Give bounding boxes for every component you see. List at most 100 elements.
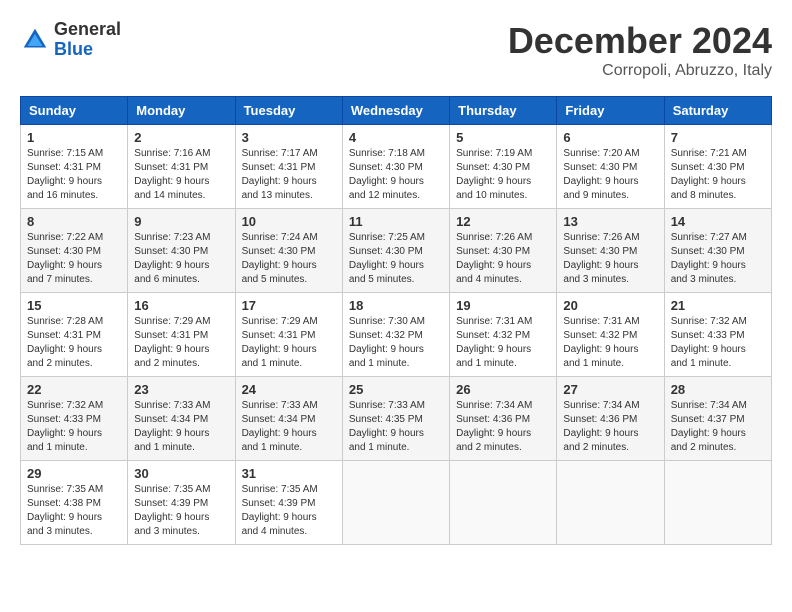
day-info: Sunrise: 7:28 AM Sunset: 4:31 PM Dayligh… bbox=[27, 315, 121, 371]
calendar-table: SundayMondayTuesdayWednesdayThursdayFrid… bbox=[20, 96, 772, 545]
day-number: 13 bbox=[563, 214, 657, 229]
calendar-cell: 29 Sunrise: 7:35 AM Sunset: 4:38 PM Dayl… bbox=[21, 461, 128, 545]
calendar-cell: 18 Sunrise: 7:30 AM Sunset: 4:32 PM Dayl… bbox=[342, 293, 449, 377]
calendar-cell: 19 Sunrise: 7:31 AM Sunset: 4:32 PM Dayl… bbox=[450, 293, 557, 377]
logo-text: General Blue bbox=[54, 20, 121, 60]
month-title: December 2024 bbox=[508, 20, 772, 62]
day-info: Sunrise: 7:20 AM Sunset: 4:30 PM Dayligh… bbox=[563, 147, 657, 203]
weekday-header-wednesday: Wednesday bbox=[342, 97, 449, 125]
day-info: Sunrise: 7:24 AM Sunset: 4:30 PM Dayligh… bbox=[242, 231, 336, 287]
day-info: Sunrise: 7:29 AM Sunset: 4:31 PM Dayligh… bbox=[242, 315, 336, 371]
day-number: 12 bbox=[456, 214, 550, 229]
calendar-cell: 11 Sunrise: 7:25 AM Sunset: 4:30 PM Dayl… bbox=[342, 209, 449, 293]
logo-blue: Blue bbox=[54, 40, 121, 60]
weekday-header-thursday: Thursday bbox=[450, 97, 557, 125]
day-info: Sunrise: 7:25 AM Sunset: 4:30 PM Dayligh… bbox=[349, 231, 443, 287]
day-info: Sunrise: 7:22 AM Sunset: 4:30 PM Dayligh… bbox=[27, 231, 121, 287]
calendar-cell: 14 Sunrise: 7:27 AM Sunset: 4:30 PM Dayl… bbox=[664, 209, 771, 293]
calendar-cell: 1 Sunrise: 7:15 AM Sunset: 4:31 PM Dayli… bbox=[21, 125, 128, 209]
calendar-week-5: 29 Sunrise: 7:35 AM Sunset: 4:38 PM Dayl… bbox=[21, 461, 772, 545]
day-info: Sunrise: 7:35 AM Sunset: 4:38 PM Dayligh… bbox=[27, 483, 121, 539]
day-info: Sunrise: 7:33 AM Sunset: 4:34 PM Dayligh… bbox=[242, 399, 336, 455]
page-header: General Blue December 2024 Corropoli, Ab… bbox=[20, 20, 772, 80]
day-number: 25 bbox=[349, 382, 443, 397]
calendar-cell: 22 Sunrise: 7:32 AM Sunset: 4:33 PM Dayl… bbox=[21, 377, 128, 461]
title-block: December 2024 Corropoli, Abruzzo, Italy bbox=[508, 20, 772, 80]
day-number: 11 bbox=[349, 214, 443, 229]
day-info: Sunrise: 7:32 AM Sunset: 4:33 PM Dayligh… bbox=[27, 399, 121, 455]
calendar-cell: 9 Sunrise: 7:23 AM Sunset: 4:30 PM Dayli… bbox=[128, 209, 235, 293]
day-info: Sunrise: 7:34 AM Sunset: 4:37 PM Dayligh… bbox=[671, 399, 765, 455]
day-info: Sunrise: 7:27 AM Sunset: 4:30 PM Dayligh… bbox=[671, 231, 765, 287]
weekday-header-row: SundayMondayTuesdayWednesdayThursdayFrid… bbox=[21, 97, 772, 125]
day-number: 28 bbox=[671, 382, 765, 397]
calendar-cell: 27 Sunrise: 7:34 AM Sunset: 4:36 PM Dayl… bbox=[557, 377, 664, 461]
day-number: 27 bbox=[563, 382, 657, 397]
day-info: Sunrise: 7:35 AM Sunset: 4:39 PM Dayligh… bbox=[134, 483, 228, 539]
calendar-week-4: 22 Sunrise: 7:32 AM Sunset: 4:33 PM Dayl… bbox=[21, 377, 772, 461]
day-number: 4 bbox=[349, 130, 443, 145]
day-info: Sunrise: 7:16 AM Sunset: 4:31 PM Dayligh… bbox=[134, 147, 228, 203]
day-info: Sunrise: 7:19 AM Sunset: 4:30 PM Dayligh… bbox=[456, 147, 550, 203]
day-number: 5 bbox=[456, 130, 550, 145]
logo: General Blue bbox=[20, 20, 121, 60]
day-info: Sunrise: 7:31 AM Sunset: 4:32 PM Dayligh… bbox=[563, 315, 657, 371]
day-number: 30 bbox=[134, 466, 228, 481]
calendar-cell: 5 Sunrise: 7:19 AM Sunset: 4:30 PM Dayli… bbox=[450, 125, 557, 209]
day-info: Sunrise: 7:30 AM Sunset: 4:32 PM Dayligh… bbox=[349, 315, 443, 371]
day-number: 10 bbox=[242, 214, 336, 229]
calendar-cell: 7 Sunrise: 7:21 AM Sunset: 4:30 PM Dayli… bbox=[664, 125, 771, 209]
day-number: 9 bbox=[134, 214, 228, 229]
calendar-cell: 30 Sunrise: 7:35 AM Sunset: 4:39 PM Dayl… bbox=[128, 461, 235, 545]
day-number: 31 bbox=[242, 466, 336, 481]
day-info: Sunrise: 7:33 AM Sunset: 4:35 PM Dayligh… bbox=[349, 399, 443, 455]
day-number: 23 bbox=[134, 382, 228, 397]
calendar-cell: 23 Sunrise: 7:33 AM Sunset: 4:34 PM Dayl… bbox=[128, 377, 235, 461]
day-number: 6 bbox=[563, 130, 657, 145]
calendar-cell: 3 Sunrise: 7:17 AM Sunset: 4:31 PM Dayli… bbox=[235, 125, 342, 209]
calendar-cell: 15 Sunrise: 7:28 AM Sunset: 4:31 PM Dayl… bbox=[21, 293, 128, 377]
calendar-cell: 13 Sunrise: 7:26 AM Sunset: 4:30 PM Dayl… bbox=[557, 209, 664, 293]
calendar-cell: 16 Sunrise: 7:29 AM Sunset: 4:31 PM Dayl… bbox=[128, 293, 235, 377]
calendar-cell: 31 Sunrise: 7:35 AM Sunset: 4:39 PM Dayl… bbox=[235, 461, 342, 545]
calendar-cell: 25 Sunrise: 7:33 AM Sunset: 4:35 PM Dayl… bbox=[342, 377, 449, 461]
weekday-header-friday: Friday bbox=[557, 97, 664, 125]
day-info: Sunrise: 7:17 AM Sunset: 4:31 PM Dayligh… bbox=[242, 147, 336, 203]
day-info: Sunrise: 7:26 AM Sunset: 4:30 PM Dayligh… bbox=[563, 231, 657, 287]
day-number: 2 bbox=[134, 130, 228, 145]
day-info: Sunrise: 7:18 AM Sunset: 4:30 PM Dayligh… bbox=[349, 147, 443, 203]
day-info: Sunrise: 7:32 AM Sunset: 4:33 PM Dayligh… bbox=[671, 315, 765, 371]
location: Corropoli, Abruzzo, Italy bbox=[508, 62, 772, 80]
calendar-cell: 8 Sunrise: 7:22 AM Sunset: 4:30 PM Dayli… bbox=[21, 209, 128, 293]
calendar-cell: 21 Sunrise: 7:32 AM Sunset: 4:33 PM Dayl… bbox=[664, 293, 771, 377]
weekday-header-sunday: Sunday bbox=[21, 97, 128, 125]
day-number: 17 bbox=[242, 298, 336, 313]
day-number: 19 bbox=[456, 298, 550, 313]
calendar-cell: 24 Sunrise: 7:33 AM Sunset: 4:34 PM Dayl… bbox=[235, 377, 342, 461]
day-number: 15 bbox=[27, 298, 121, 313]
calendar-cell bbox=[557, 461, 664, 545]
day-number: 18 bbox=[349, 298, 443, 313]
logo-icon bbox=[20, 25, 50, 55]
calendar-cell: 4 Sunrise: 7:18 AM Sunset: 4:30 PM Dayli… bbox=[342, 125, 449, 209]
calendar-cell bbox=[450, 461, 557, 545]
day-number: 29 bbox=[27, 466, 121, 481]
day-info: Sunrise: 7:34 AM Sunset: 4:36 PM Dayligh… bbox=[456, 399, 550, 455]
day-number: 21 bbox=[671, 298, 765, 313]
day-number: 20 bbox=[563, 298, 657, 313]
calendar-cell: 17 Sunrise: 7:29 AM Sunset: 4:31 PM Dayl… bbox=[235, 293, 342, 377]
day-info: Sunrise: 7:26 AM Sunset: 4:30 PM Dayligh… bbox=[456, 231, 550, 287]
day-number: 1 bbox=[27, 130, 121, 145]
day-number: 14 bbox=[671, 214, 765, 229]
calendar-cell: 6 Sunrise: 7:20 AM Sunset: 4:30 PM Dayli… bbox=[557, 125, 664, 209]
weekday-header-saturday: Saturday bbox=[664, 97, 771, 125]
day-info: Sunrise: 7:21 AM Sunset: 4:30 PM Dayligh… bbox=[671, 147, 765, 203]
calendar-cell: 20 Sunrise: 7:31 AM Sunset: 4:32 PM Dayl… bbox=[557, 293, 664, 377]
logo-general: General bbox=[54, 20, 121, 40]
day-info: Sunrise: 7:15 AM Sunset: 4:31 PM Dayligh… bbox=[27, 147, 121, 203]
calendar-cell: 26 Sunrise: 7:34 AM Sunset: 4:36 PM Dayl… bbox=[450, 377, 557, 461]
calendar-week-3: 15 Sunrise: 7:28 AM Sunset: 4:31 PM Dayl… bbox=[21, 293, 772, 377]
day-info: Sunrise: 7:34 AM Sunset: 4:36 PM Dayligh… bbox=[563, 399, 657, 455]
day-number: 22 bbox=[27, 382, 121, 397]
day-number: 7 bbox=[671, 130, 765, 145]
